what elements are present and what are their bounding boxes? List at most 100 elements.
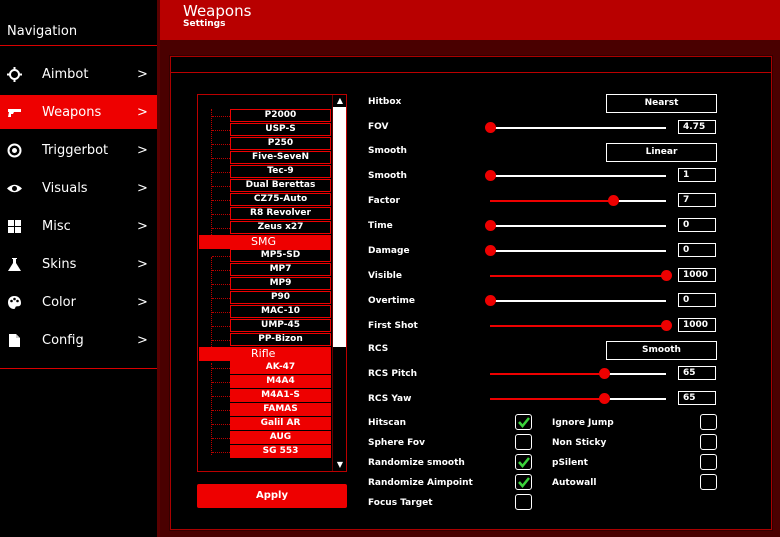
rcs-pitch-value[interactable]: 65 — [678, 366, 716, 380]
sidebar-item-triggerbot[interactable]: Triggerbot > — [0, 133, 157, 167]
ignore-jump-checkbox[interactable] — [700, 414, 717, 430]
list-item[interactable]: P250 — [230, 137, 331, 150]
apply-button[interactable]: Apply — [197, 484, 347, 508]
tree-connector — [211, 363, 212, 455]
randomize-smooth-checkbox[interactable] — [515, 454, 532, 470]
visible-value[interactable]: 1000 — [678, 268, 716, 282]
list-item[interactable]: CZ75-Auto — [230, 193, 331, 206]
list-item[interactable]: M4A1-S — [230, 389, 331, 402]
list-item[interactable]: Tec-9 — [230, 165, 331, 178]
list-item[interactable]: Zeus x27 — [230, 221, 331, 234]
slider-handle[interactable] — [599, 393, 610, 404]
sidebar-item-skins[interactable]: Skins > — [0, 247, 157, 281]
sidebar: Navigation Aimbot > Weapons > Triggerbot… — [0, 0, 157, 537]
first-shot-label: First Shot — [368, 321, 418, 331]
damage-slider[interactable] — [490, 250, 666, 252]
weapon-list-scrollbar[interactable]: ▲ ▼ — [332, 95, 346, 471]
focus-target-label: Focus Target — [368, 498, 433, 508]
time-value[interactable]: 0 — [678, 218, 716, 232]
slider-handle[interactable] — [661, 320, 672, 331]
rcs-label: RCS — [368, 344, 389, 354]
sidebar-item-aimbot[interactable]: Aimbot > — [0, 57, 157, 91]
page-title: Weapons — [183, 2, 252, 20]
scroll-up-icon[interactable]: ▲ — [335, 96, 345, 106]
list-item[interactable]: Five-SeveN — [230, 151, 331, 164]
list-item[interactable]: PP-Bizon — [230, 333, 331, 346]
sphere-fov-checkbox[interactable] — [515, 434, 532, 450]
slider-handle[interactable] — [599, 368, 610, 379]
list-item[interactable]: AUG — [230, 431, 331, 444]
chevron-right-icon: > — [137, 332, 148, 348]
slider-handle[interactable] — [661, 270, 672, 281]
smooth-mode-dropdown[interactable]: Linear — [606, 143, 717, 162]
non-sticky-checkbox[interactable] — [700, 434, 717, 450]
flask-icon — [7, 257, 22, 272]
list-item[interactable]: USP-S — [230, 123, 331, 136]
slider-handle[interactable] — [485, 170, 496, 181]
visible-label: Visible — [368, 271, 402, 281]
psilent-checkbox[interactable] — [700, 454, 717, 470]
factor-value[interactable]: 7 — [678, 193, 716, 207]
fov-value[interactable]: 4.75 — [678, 120, 716, 134]
smooth-value[interactable]: 1 — [678, 168, 716, 182]
page-subtitle: Settings — [183, 19, 226, 29]
list-category-smg[interactable]: SMG — [199, 235, 331, 249]
list-item[interactable]: SG 553 — [230, 445, 331, 458]
overtime-slider[interactable] — [490, 300, 666, 302]
list-item[interactable]: MP5-SD — [230, 249, 331, 262]
chevron-right-icon: > — [137, 218, 148, 234]
sidebar-item-misc[interactable]: Misc > — [0, 209, 157, 243]
list-item[interactable]: P2000 — [230, 109, 331, 122]
sidebar-item-label: Color — [42, 294, 76, 310]
page-header: Weapons Settings — [160, 0, 780, 40]
sidebar-item-weapons[interactable]: Weapons > — [0, 95, 157, 129]
list-item[interactable]: MP9 — [230, 277, 331, 290]
sidebar-item-color[interactable]: Color > — [0, 285, 157, 319]
overtime-value[interactable]: 0 — [678, 293, 716, 307]
hitscan-checkbox[interactable] — [515, 414, 532, 430]
focus-target-checkbox[interactable] — [515, 494, 532, 510]
sidebar-item-config[interactable]: Config > — [0, 323, 157, 357]
psilent-label: pSilent — [552, 458, 588, 468]
fov-slider[interactable] — [490, 127, 666, 129]
list-item[interactable]: P90 — [230, 291, 331, 304]
slider-fill — [490, 398, 604, 400]
overtime-label: Overtime — [368, 296, 415, 306]
hitbox-dropdown[interactable]: Nearst — [606, 94, 717, 113]
time-slider[interactable] — [490, 225, 666, 227]
slider-handle[interactable] — [485, 245, 496, 256]
list-item[interactable]: Galil AR — [230, 417, 331, 430]
chevron-right-icon: > — [137, 180, 148, 196]
scroll-down-icon[interactable]: ▼ — [335, 460, 345, 470]
rcs-yaw-value[interactable]: 65 — [678, 391, 716, 405]
weapon-list[interactable]: P2000 USP-S P250 Five-SeveN Tec-9 Dual B… — [197, 94, 347, 472]
chevron-right-icon: > — [137, 104, 148, 120]
scrollbar-thumb[interactable] — [333, 107, 346, 347]
list-item[interactable]: M4A4 — [230, 375, 331, 388]
list-item[interactable]: Dual Berettas — [230, 179, 331, 192]
damage-value[interactable]: 0 — [678, 243, 716, 257]
slider-handle[interactable] — [485, 122, 496, 133]
list-item[interactable]: UMP-45 — [230, 319, 331, 332]
sidebar-item-visuals[interactable]: Visuals > — [0, 171, 157, 205]
list-category-rifle[interactable]: Rifle — [199, 347, 331, 361]
slider-handle[interactable] — [608, 195, 619, 206]
fov-label: FOV — [368, 122, 389, 132]
first-shot-value[interactable]: 1000 — [678, 318, 716, 332]
randomize-aimpoint-checkbox[interactable] — [515, 474, 532, 490]
list-item[interactable]: AK-47 — [230, 361, 331, 374]
list-item[interactable]: R8 Revolver — [230, 207, 331, 220]
slider-fill — [490, 373, 604, 375]
list-item[interactable]: FAMAS — [230, 403, 331, 416]
slider-handle[interactable] — [485, 295, 496, 306]
autowall-checkbox[interactable] — [700, 474, 717, 490]
list-item[interactable]: MAC-10 — [230, 305, 331, 318]
list-item[interactable]: MP7 — [230, 263, 331, 276]
slider-fill — [490, 325, 666, 327]
smooth-slider[interactable] — [490, 175, 666, 177]
rcs-dropdown[interactable]: Smooth — [606, 341, 717, 360]
slider-handle[interactable] — [485, 220, 496, 231]
time-label: Time — [368, 221, 393, 231]
randomize-aimpoint-label: Randomize Aimpoint — [368, 478, 473, 488]
chevron-right-icon: > — [137, 294, 148, 310]
